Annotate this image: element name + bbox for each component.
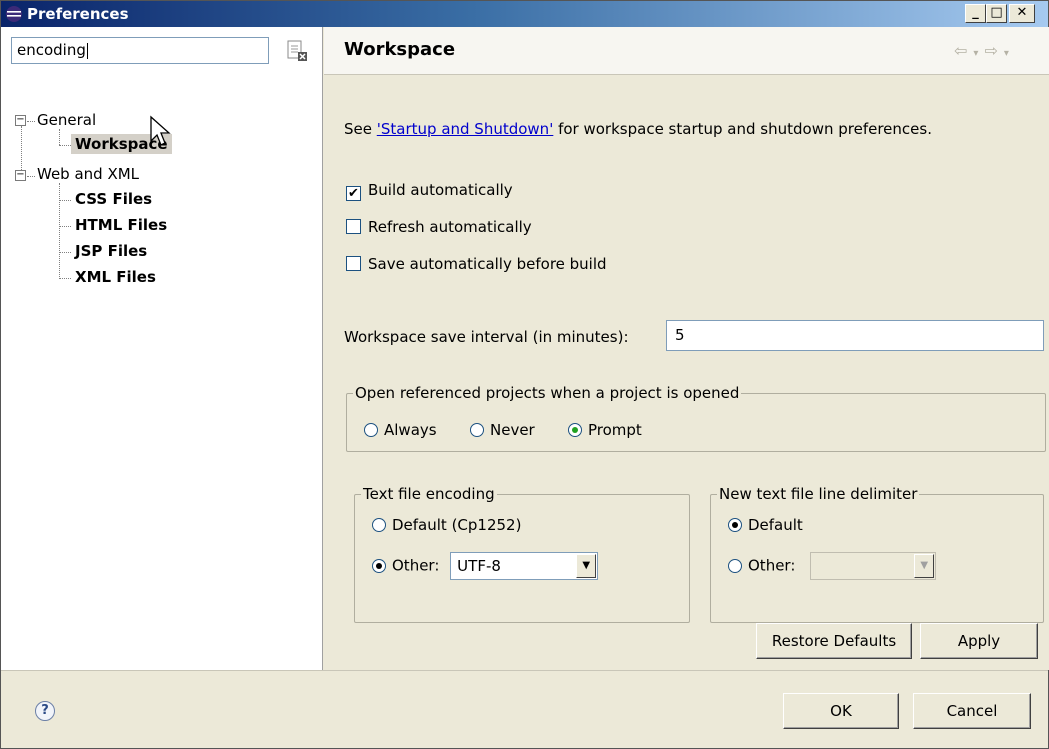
open-never-radio[interactable]: Never <box>470 421 535 439</box>
radio-label: Other: <box>748 556 796 575</box>
desc-suffix: for workspace startup and shutdown prefe… <box>553 120 932 138</box>
refresh-automatically-row[interactable]: Refresh automatically <box>346 218 532 236</box>
apply-button[interactable]: Apply <box>920 623 1038 659</box>
cancel-button[interactable]: Cancel <box>913 693 1031 729</box>
tree-item-html-files[interactable]: HTML Files <box>75 216 167 234</box>
encoding-default-radio[interactable]: Default (Cp1252) <box>372 516 521 534</box>
radio-button[interactable] <box>364 423 378 437</box>
tree-line <box>27 121 35 122</box>
radio-label: Always <box>384 421 437 439</box>
encoding-other-radio[interactable]: Other: UTF-8 ▼ <box>372 552 599 580</box>
build-automatically-label: Build automatically <box>368 181 513 199</box>
radio-label: Default (Cp1252) <box>392 516 522 534</box>
window-title: Preferences <box>27 5 129 23</box>
text-caret <box>86 42 88 59</box>
tree-item-xml-files[interactable]: XML Files <box>75 268 156 286</box>
preference-page: Workspace ⇦▾⇨▾ See 'Startup and Shutdown… <box>324 27 1049 670</box>
build-automatically-row[interactable]: ✔ Build automatically <box>346 181 513 201</box>
refresh-automatically-checkbox[interactable] <box>346 219 361 234</box>
tree-item-label: JSP Files <box>75 242 148 260</box>
delimiter-other-radio[interactable]: Other: ▼ <box>728 552 937 580</box>
tree-item-web-and-xml[interactable]: Web and XML <box>37 165 139 183</box>
build-automatically-checkbox[interactable]: ✔ <box>346 186 361 201</box>
tree-line <box>21 126 22 174</box>
line-delimiter-legend: New text file line delimiter <box>719 485 918 503</box>
tree-item-label: CSS Files <box>75 190 153 208</box>
dialog-button-bar: ? OK Cancel <box>1 670 1048 748</box>
back-menu-icon[interactable]: ▾ <box>973 48 984 59</box>
tree-line <box>59 183 60 279</box>
page-title: Workspace <box>344 39 456 60</box>
tree-line <box>59 226 71 227</box>
open-prompt-radio[interactable]: Prompt <box>568 421 642 439</box>
web-and-xml-collapse-toggle[interactable]: − <box>15 170 26 181</box>
tree-item-label: General <box>37 111 97 129</box>
forward-arrow-icon[interactable]: ⇨ <box>984 41 1003 60</box>
tree-item-label: HTML Files <box>75 216 168 234</box>
mouse-pointer-icon <box>150 115 171 146</box>
maximize-button[interactable]: □ <box>986 4 1007 23</box>
radio-button[interactable] <box>372 558 386 573</box>
tree-line <box>59 252 71 253</box>
tree-line <box>59 129 60 145</box>
description-text: See 'Startup and Shutdown' for workspace… <box>344 120 932 138</box>
radio-label: Prompt <box>588 421 642 439</box>
forward-menu-icon[interactable]: ▾ <box>1004 48 1015 59</box>
preference-tree-pane: encoding − General Workspace − Web and X… <box>1 27 323 670</box>
help-icon[interactable]: ? <box>35 701 55 721</box>
save-automatically-label: Save automatically before build <box>368 255 607 273</box>
general-collapse-toggle[interactable]: − <box>15 115 26 126</box>
open-always-radio[interactable]: Always <box>364 421 437 439</box>
encoding-select[interactable]: UTF-8 ▼ <box>450 552 599 580</box>
tree-item-label: Web and XML <box>37 165 140 183</box>
save-automatically-checkbox[interactable] <box>346 256 361 271</box>
tree-item-jsp-files[interactable]: JSP Files <box>75 242 147 260</box>
refresh-automatically-label: Refresh automatically <box>368 218 532 236</box>
radio-button[interactable] <box>728 518 742 532</box>
desc-prefix: See <box>344 120 377 138</box>
save-automatically-row[interactable]: Save automatically before build <box>346 255 607 273</box>
delimiter-default-radio[interactable]: Default <box>728 516 803 534</box>
page-header: Workspace ⇦▾⇨▾ <box>324 27 1049 75</box>
title-bar[interactable]: Preferences _ □ ✕ <box>1 1 1048 27</box>
clear-filter-icon[interactable] <box>285 39 309 63</box>
chevron-down-icon[interactable]: ▼ <box>914 554 935 578</box>
encoding-value: UTF-8 <box>457 557 501 575</box>
tree-line <box>27 176 35 177</box>
restore-defaults-button[interactable]: Restore Defaults <box>756 623 912 659</box>
text-file-encoding-legend: Text file encoding <box>363 485 495 503</box>
tree-item-label: XML Files <box>75 268 156 286</box>
delimiter-select[interactable]: ▼ <box>810 552 937 580</box>
preferences-window: Preferences _ □ ✕ encoding − General Wor… <box>0 0 1049 749</box>
radio-button[interactable] <box>372 518 386 532</box>
history-nav[interactable]: ⇦▾⇨▾ <box>954 41 1015 60</box>
radio-label: Other: <box>392 556 440 575</box>
radio-button[interactable] <box>728 558 742 573</box>
ok-button[interactable]: OK <box>783 693 899 729</box>
filter-text: encoding <box>17 41 86 59</box>
radio-button[interactable] <box>470 423 484 437</box>
save-interval-input[interactable]: 5 <box>666 320 1044 351</box>
close-button[interactable]: ✕ <box>1009 4 1035 23</box>
radio-button[interactable] <box>568 423 582 437</box>
eclipse-icon <box>6 6 22 22</box>
tree-item-general[interactable]: General <box>37 111 96 129</box>
tree-item-css-files[interactable]: CSS Files <box>75 190 152 208</box>
tree-line <box>59 200 71 201</box>
save-interval-label: Workspace save interval (in minutes): <box>344 328 629 346</box>
tree-line <box>59 278 71 279</box>
radio-label: Never <box>490 421 535 439</box>
tree-line <box>59 145 71 146</box>
startup-shutdown-link[interactable]: 'Startup and Shutdown' <box>377 120 554 138</box>
minimize-button[interactable]: _ <box>965 4 986 23</box>
back-arrow-icon[interactable]: ⇦ <box>954 41 973 60</box>
radio-label: Default <box>748 516 803 534</box>
chevron-down-icon[interactable]: ▼ <box>576 554 597 578</box>
filter-input[interactable]: encoding <box>11 37 269 64</box>
open-referenced-legend: Open referenced projects when a project … <box>355 384 740 402</box>
open-referenced-projects-group: Open referenced projects when a project … <box>346 384 1046 452</box>
